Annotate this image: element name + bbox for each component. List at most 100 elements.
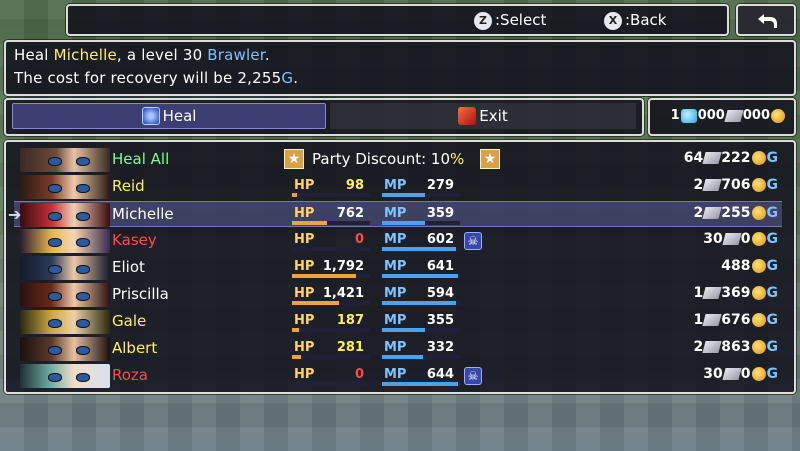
mp-gauge-fill bbox=[382, 247, 457, 251]
recovery-cost: 2 706 G bbox=[694, 177, 778, 193]
cost-gold: 676 bbox=[721, 312, 751, 328]
face-eye bbox=[76, 265, 90, 274]
mp-value: 332 bbox=[426, 340, 454, 355]
party-row-roza[interactable]: Roza HP 0 MP 644 ☠ 30 0 G bbox=[14, 363, 782, 389]
hp-gauge bbox=[292, 301, 370, 305]
heal-all-label: Heal All bbox=[112, 150, 170, 168]
command-exit-label: Exit bbox=[479, 107, 508, 125]
hp-gauge bbox=[292, 274, 370, 278]
mp-gauge bbox=[382, 274, 460, 278]
mp-gauge-fill bbox=[382, 301, 457, 305]
face-portrait bbox=[20, 310, 110, 334]
party-faces bbox=[20, 148, 110, 172]
face-portrait bbox=[20, 203, 110, 227]
hp-value: 762 bbox=[336, 206, 364, 221]
member-name: Priscilla bbox=[112, 285, 169, 303]
gold-coin-icon bbox=[751, 313, 766, 327]
help-window: Heal Michelle, a level 30 Brawler. The c… bbox=[4, 40, 796, 96]
face-eye bbox=[48, 157, 62, 166]
hp-value: 281 bbox=[336, 340, 364, 355]
gold-unit: G bbox=[766, 258, 779, 274]
command-heal[interactable]: Heal bbox=[12, 103, 326, 129]
member-name: Eliot bbox=[112, 258, 145, 276]
cost-gold: 369 bbox=[721, 285, 751, 301]
party-row-kasey[interactable]: Kasey HP 0 MP 602 ☠ 30 0 G bbox=[14, 228, 782, 254]
mp-value: 359 bbox=[426, 206, 454, 221]
party-row-reid[interactable]: Reid HP 98 MP 279 2 706 G bbox=[14, 174, 782, 200]
crystal-icon bbox=[702, 207, 722, 219]
recovery-cost: 2 255 G bbox=[694, 205, 778, 221]
return-button[interactable] bbox=[736, 4, 796, 36]
mp-gauge-fill bbox=[382, 193, 425, 197]
gold-coin-icon bbox=[751, 206, 766, 220]
cost-gold: 863 bbox=[721, 339, 751, 355]
party-row-eliot[interactable]: Eliot HP 1,792 MP 641 488 G bbox=[14, 255, 782, 281]
face-eye bbox=[76, 157, 90, 166]
mp-gauge bbox=[382, 382, 460, 386]
help-text: , a level 30 bbox=[116, 46, 208, 64]
gold-unit: G bbox=[766, 177, 779, 193]
party-list-window: Heal All ★ Party Discount: 10% ★ 64 222 G … bbox=[4, 140, 796, 394]
hp-gauge-fill bbox=[292, 301, 339, 305]
recovery-cost: 30 0 G bbox=[703, 366, 778, 382]
gold-unit: G bbox=[766, 285, 779, 301]
crystal-icon bbox=[722, 368, 742, 380]
mp-gauge-fill bbox=[382, 274, 458, 278]
mp-gauge bbox=[382, 301, 460, 305]
x-button-icon: X bbox=[604, 11, 622, 30]
hp-gauge-fill bbox=[292, 274, 356, 278]
gold-coin-icon bbox=[771, 108, 785, 123]
face-portrait bbox=[20, 175, 110, 199]
controls-window: Z:Select X:Back bbox=[66, 4, 729, 36]
mp-value: 594 bbox=[426, 286, 454, 301]
cost-gold: 222 bbox=[721, 150, 751, 166]
party-row-albert[interactable]: Albert HP 281 MP 332 2 863 G bbox=[14, 336, 782, 362]
crystal-icon bbox=[702, 314, 722, 326]
command-heal-label: Heal bbox=[162, 107, 197, 125]
member-name: Reid bbox=[112, 177, 145, 195]
hp-gauge bbox=[292, 193, 370, 197]
gold-unit: G bbox=[766, 231, 779, 247]
command-exit[interactable]: Exit bbox=[330, 103, 636, 129]
discount-percent: % bbox=[450, 150, 465, 168]
face-eye bbox=[48, 212, 62, 221]
mp-value: 355 bbox=[426, 313, 454, 328]
face-eye bbox=[76, 319, 90, 328]
help-line-2: The cost for recovery will be 2,255G. bbox=[14, 69, 298, 87]
gold-coin-icon bbox=[751, 340, 766, 354]
help-text: . bbox=[293, 69, 299, 87]
hp-gauge-fill bbox=[292, 328, 300, 332]
mp-value: 641 bbox=[426, 259, 454, 274]
crystal-icon bbox=[722, 233, 742, 245]
face-portrait bbox=[20, 364, 110, 388]
party-row-priscilla[interactable]: Priscilla HP 1,421 MP 594 1 369 G bbox=[14, 282, 782, 308]
heal-all-row[interactable]: Heal All ★ Party Discount: 10% ★ 64 222 G bbox=[14, 147, 782, 173]
party-row-gale[interactable]: Gale HP 187 MP 355 1 676 G bbox=[14, 309, 782, 335]
hp-value: 1,792 bbox=[322, 259, 364, 274]
gold-coin-icon bbox=[751, 178, 766, 192]
gem-icon bbox=[680, 108, 697, 123]
member-name: Gale bbox=[112, 312, 147, 330]
skull-icon: ☠ bbox=[464, 367, 482, 385]
discount-text: Party Discount: 10 bbox=[312, 150, 451, 168]
face-eye bbox=[76, 184, 90, 193]
hp-value: 187 bbox=[336, 313, 364, 328]
back-hint[interactable]: X:Back bbox=[604, 11, 666, 30]
member-name: Albert bbox=[112, 339, 158, 357]
currency-window: 1 000 000 bbox=[648, 98, 796, 136]
mp-gauge-fill bbox=[382, 355, 423, 359]
hp-value: 98 bbox=[345, 178, 364, 193]
crystal-count-rest: 000 bbox=[742, 108, 770, 123]
gold-coin-icon bbox=[751, 259, 766, 273]
select-hint[interactable]: Z:Select bbox=[474, 11, 546, 30]
recovery-cost: 1 369 G bbox=[694, 285, 778, 301]
help-line-1: Heal Michelle, a level 30 Brawler. bbox=[14, 46, 270, 64]
face-eye bbox=[48, 238, 62, 247]
gold-unit: G bbox=[766, 312, 779, 328]
mp-gauge bbox=[382, 328, 460, 332]
face-eye bbox=[48, 373, 62, 382]
mp-gauge-fill bbox=[382, 221, 425, 225]
hp-gauge bbox=[292, 355, 370, 359]
mp-gauge-fill bbox=[382, 382, 458, 386]
party-row-michelle[interactable]: Michelle HP 762 MP 359 2 255 G bbox=[14, 201, 782, 227]
